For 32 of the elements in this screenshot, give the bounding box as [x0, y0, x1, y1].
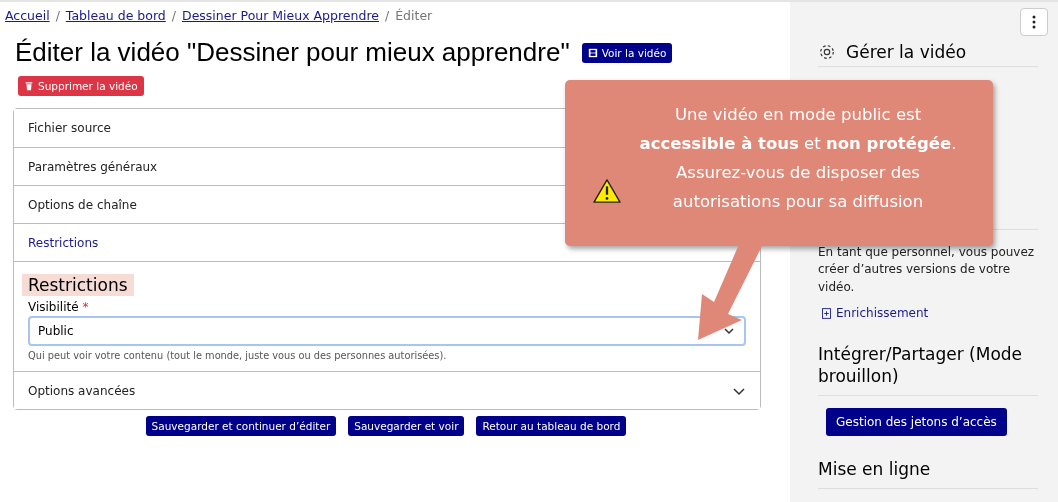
- breadcrumb-link[interactable]: Tableau de bord: [65, 8, 166, 23]
- access-tokens-button[interactable]: Gestion des jetons d’accès: [826, 407, 1007, 436]
- breadcrumb-current: Éditer: [395, 8, 433, 23]
- section-heading: Restrictions: [22, 274, 134, 296]
- sidebar-heading: Mise en ligne: [818, 457, 1038, 489]
- form-button[interactable]: Sauvegarder et continuer d’éditer: [145, 416, 337, 436]
- breadcrumb-link[interactable]: Dessiner Pour Mieux Apprendre: [182, 8, 379, 23]
- sidebar-heading: Intégrer/Partager (Mode brouillon): [818, 342, 1038, 396]
- breadcrumb-separator: /: [384, 8, 390, 23]
- settings-icon: [818, 43, 836, 61]
- more-options-button[interactable]: [1020, 8, 1048, 36]
- breadcrumb-link[interactable]: Accueil: [5, 8, 50, 23]
- trash-icon: [24, 81, 34, 91]
- breadcrumb-separator: /: [171, 8, 176, 23]
- sidebar-heading: Gérer la vidéo: [846, 42, 967, 62]
- page-title: Éditer la vidéo "Dessiner pour mieux apprendre": [15, 37, 570, 68]
- form-button[interactable]: Sauvegarder et voir: [348, 416, 465, 436]
- help-text: Qui peut voir votre contenu (tout le monde, juste vous ou des personnes autorisées).: [28, 350, 448, 361]
- delete-video-button[interactable]: Supprimer la vidéo: [18, 76, 144, 96]
- required-marker: *: [82, 300, 89, 314]
- versions-text: En tant que personnel, vous pouvez créer d’autres versions de votre vidéo.: [818, 244, 1036, 296]
- kebab-icon: [1032, 15, 1036, 29]
- plus-file-icon: [822, 307, 831, 319]
- form-button[interactable]: Retour au tableau de bord: [476, 416, 627, 436]
- film-icon: [587, 47, 598, 58]
- accordion-header[interactable]: Options avancées: [14, 371, 760, 409]
- warning-icon: [591, 178, 622, 204]
- breadcrumb-separator: /: [55, 8, 60, 23]
- field-label: Visibilité: [28, 300, 79, 314]
- view-video-button[interactable]: Voir la vidéo: [581, 42, 673, 63]
- enrichment-link[interactable]: Enrichissement: [822, 306, 929, 321]
- visibility-select[interactable]: Public: [28, 316, 746, 346]
